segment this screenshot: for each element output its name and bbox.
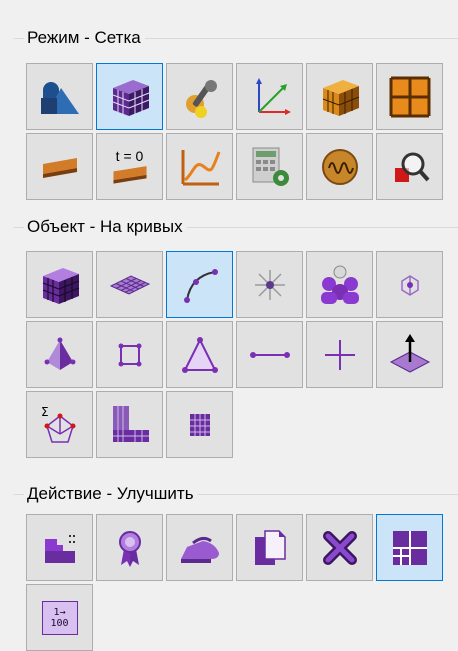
- curve-points-icon: [177, 262, 223, 308]
- renumber-button[interactable]: 1→ 100: [26, 584, 93, 651]
- group-title: Режим - Сетка: [24, 26, 145, 50]
- cross-point-icon: [317, 332, 363, 378]
- split-squares-icon: [387, 525, 433, 571]
- pyramid-button[interactable]: [26, 321, 93, 388]
- sigma-network-icon: Σ: [37, 402, 83, 448]
- action-refine-group: Действие - Улучшить 1→ 100: [14, 482, 458, 651]
- corner-grid-icon: [107, 402, 153, 448]
- mesh-mode-buttons: t = 0: [26, 63, 443, 200]
- graph-button[interactable]: [166, 133, 233, 200]
- node-group-icon: [317, 262, 363, 308]
- slanted-plank-icon: [37, 144, 83, 190]
- orange-cube-icon: [317, 74, 363, 120]
- group-title: Действие - Улучшить: [24, 482, 198, 506]
- group-button[interactable]: [306, 251, 373, 318]
- delete-button[interactable]: [306, 514, 373, 581]
- surface-button[interactable]: [96, 251, 163, 318]
- time-zero-button[interactable]: t = 0: [96, 133, 163, 200]
- numbering-icon: 1→ 100: [41, 600, 78, 635]
- star-node-icon: [247, 262, 293, 308]
- delete-x-icon: [317, 525, 363, 571]
- pyramid-icon: [37, 332, 83, 378]
- triangle-icon: [177, 332, 223, 378]
- up-arrow-plane-icon: [387, 332, 433, 378]
- quality-button[interactable]: [96, 514, 163, 581]
- smooth-button[interactable]: [166, 514, 233, 581]
- block-button[interactable]: [166, 391, 233, 458]
- small-grid-icon: [177, 402, 223, 448]
- purple-cube-icon: [37, 262, 83, 308]
- small-node-icon: [387, 262, 433, 308]
- segment-button[interactable]: [236, 321, 303, 388]
- coordinate-axes-icon: [247, 74, 293, 120]
- mesh-cube-icon: [107, 74, 153, 120]
- staircase-grid-icon: [37, 525, 83, 571]
- normal-button[interactable]: [376, 321, 443, 388]
- mesh-tools-button[interactable]: [166, 63, 233, 130]
- geometry-shapes-icon: [37, 74, 83, 120]
- formula-button[interactable]: Σ: [26, 391, 93, 458]
- magnifier-icon: [387, 144, 433, 190]
- curve-button[interactable]: [166, 251, 233, 318]
- plank-button[interactable]: [26, 133, 93, 200]
- time-zero-label: t = 0: [115, 148, 144, 164]
- copy-button[interactable]: [236, 514, 303, 581]
- object-curves-buttons: Σ: [26, 251, 443, 458]
- point-button[interactable]: [236, 251, 303, 318]
- calculator-button[interactable]: [236, 133, 303, 200]
- award-ribbon-icon: [107, 525, 153, 571]
- object-curves-group: Объект - На кривых Σ: [14, 215, 458, 458]
- line-segment-icon: [247, 332, 293, 378]
- volume-button[interactable]: [26, 251, 93, 318]
- svg-text:Σ: Σ: [41, 405, 49, 419]
- mesh-plane-icon: [107, 262, 153, 308]
- wave-button[interactable]: [306, 133, 373, 200]
- node-button[interactable]: [376, 251, 443, 318]
- solid-mesh-button[interactable]: [306, 63, 373, 130]
- triangle-button[interactable]: [166, 321, 233, 388]
- mesh-tools-icon: [177, 74, 223, 120]
- cross-button[interactable]: [306, 321, 373, 388]
- copy-pages-icon: [247, 525, 293, 571]
- calculator-gear-icon: [247, 144, 293, 190]
- refine-button[interactable]: [26, 514, 93, 581]
- mesh-mode-group: Режим - Сетка t = 0: [14, 26, 458, 200]
- corner-button[interactable]: [96, 391, 163, 458]
- geometry-button[interactable]: [26, 63, 93, 130]
- group-title: Объект - На кривых: [24, 215, 187, 239]
- mesh-button[interactable]: [96, 63, 163, 130]
- square-frame-icon: [107, 332, 153, 378]
- wave-circle-icon: [317, 144, 363, 190]
- iron-icon: [177, 525, 223, 571]
- split-button[interactable]: [376, 514, 443, 581]
- search-button[interactable]: [376, 133, 443, 200]
- numbering-label: 1→ 100: [50, 606, 69, 629]
- graph-curve-icon: [177, 144, 223, 190]
- action-refine-buttons: 1→ 100: [26, 514, 443, 651]
- grid-button[interactable]: [376, 63, 443, 130]
- time-zero-icon: t = 0: [110, 149, 150, 184]
- grid-frame-icon: [387, 74, 433, 120]
- axes-button[interactable]: [236, 63, 303, 130]
- frame-button[interactable]: [96, 321, 163, 388]
